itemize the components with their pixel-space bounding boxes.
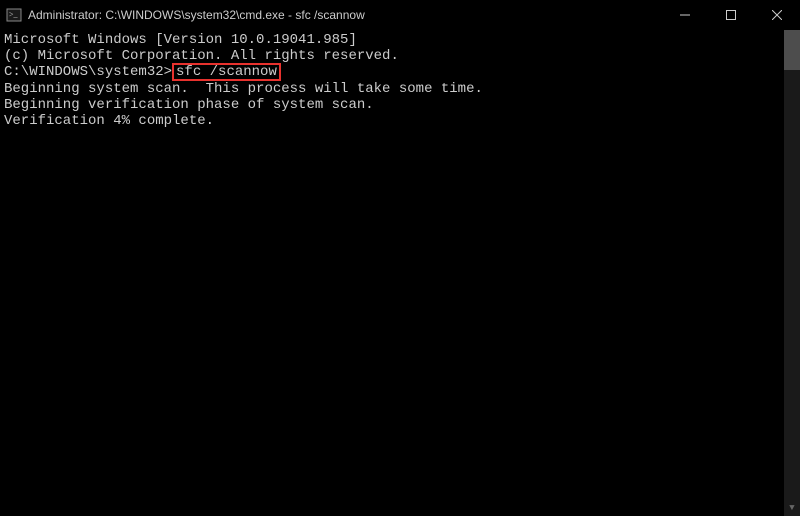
copyright-line: (c) Microsoft Corporation. All rights re…	[4, 48, 800, 64]
scroll-down-arrow[interactable]: ▼	[784, 500, 800, 516]
minimize-button[interactable]	[662, 0, 708, 30]
verification-phase-line: Beginning verification phase of system s…	[4, 97, 800, 113]
console-output[interactable]: Microsoft Windows [Version 10.0.19041.98…	[0, 30, 800, 516]
command-text: sfc /scannow	[176, 64, 277, 80]
window-title: Administrator: C:\WINDOWS\system32\cmd.e…	[28, 8, 662, 22]
version-line: Microsoft Windows [Version 10.0.19041.98…	[4, 32, 800, 48]
titlebar[interactable]: >_ Administrator: C:\WINDOWS\system32\cm…	[0, 0, 800, 30]
prompt-line: C:\WINDOWS\system32>sfc /scannow	[4, 64, 800, 81]
svg-text:>_: >_	[9, 10, 19, 19]
prompt-text: C:\WINDOWS\system32>	[4, 64, 172, 80]
cmd-icon: >_	[6, 7, 22, 23]
vertical-scrollbar[interactable]: ▲ ▼	[784, 30, 800, 516]
scan-start-line: Beginning system scan. This process will…	[4, 81, 800, 97]
cmd-window: >_ Administrator: C:\WINDOWS\system32\cm…	[0, 0, 800, 516]
maximize-button[interactable]	[708, 0, 754, 30]
window-controls	[662, 0, 800, 30]
scroll-thumb[interactable]	[784, 30, 800, 70]
verification-progress-line: Verification 4% complete.	[4, 113, 800, 129]
close-button[interactable]	[754, 0, 800, 30]
command-highlight: sfc /scannow	[172, 63, 281, 81]
